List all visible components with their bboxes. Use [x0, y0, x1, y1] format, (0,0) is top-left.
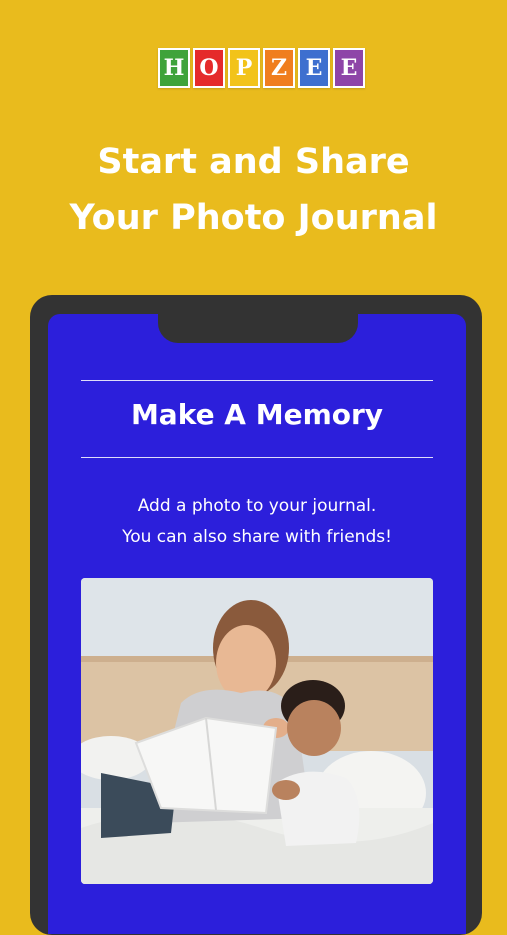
- description-line-2: You can also share with friends!: [122, 527, 392, 547]
- title-top-divider: [81, 380, 433, 381]
- headline-line-1: Start and Share: [97, 142, 410, 182]
- hopzee-logo: H O P Z E E: [158, 48, 365, 88]
- logo-letter-o: O: [193, 48, 225, 88]
- screen-description: Add a photo to your journal. You can als…: [48, 491, 466, 553]
- logo-letter-e-2: E: [333, 48, 365, 88]
- logo-letter-p: P: [228, 48, 260, 88]
- promo-headline: Start and Share Your Photo Journal: [0, 134, 507, 246]
- screen-title: Make A Memory: [130, 398, 384, 431]
- headline-line-2: Your Photo Journal: [69, 198, 438, 238]
- memory-photo: [81, 578, 433, 884]
- logo-letter-z: Z: [263, 48, 295, 88]
- description-line-1: Add a photo to your journal.: [137, 496, 377, 516]
- title-bottom-divider: [81, 457, 433, 458]
- logo-letter-h: H: [158, 48, 190, 88]
- phone-notch: [158, 295, 358, 343]
- logo-letter-e: E: [298, 48, 330, 88]
